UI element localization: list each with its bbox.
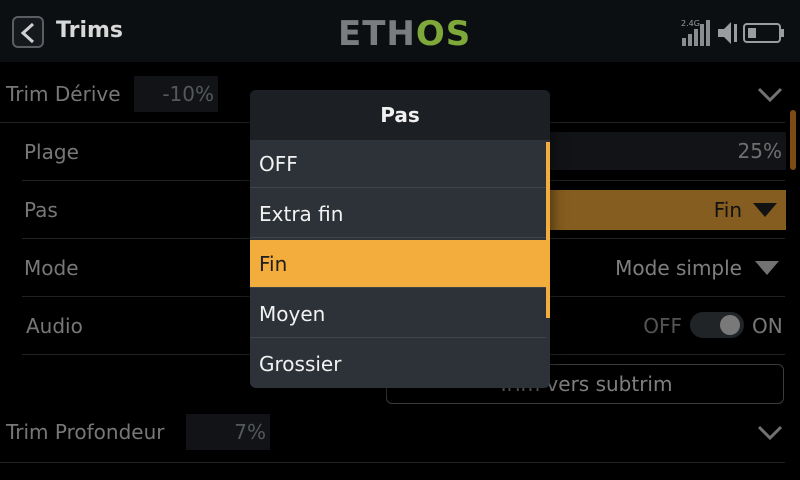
pas-dropdown[interactable]: Fin [550, 190, 786, 230]
ethos-logo: ETHOS [338, 14, 472, 54]
scrollbar[interactable] [790, 110, 796, 170]
option-grossier[interactable]: Grossier [250, 340, 546, 388]
pas-value: Fin [713, 198, 742, 222]
trim-profondeur-value[interactable]: 7% [186, 414, 270, 450]
trim-derive-value[interactable]: -10% [134, 76, 218, 112]
pas-popup: Pas OFF Extra fin Fin Moyen Grossier [250, 90, 550, 388]
dropdown-arrow-icon [753, 203, 777, 217]
chevron-left-icon [20, 22, 35, 44]
dropdown-arrow-icon[interactable] [754, 260, 780, 276]
mode-label: Mode [24, 256, 79, 280]
popup-scrollbar[interactable] [546, 142, 550, 318]
trim-profondeur-label[interactable]: Trim Profondeur [6, 420, 164, 444]
option-off[interactable]: OFF [250, 140, 546, 188]
chevron-down-icon[interactable] [756, 424, 784, 442]
audio-on-label: ON [752, 314, 783, 338]
plage-value[interactable]: 25% [550, 132, 786, 170]
option-extra-fin[interactable]: Extra fin [250, 190, 546, 238]
speaker-icon [718, 22, 737, 44]
trim-derive-label[interactable]: Trim Dérive [6, 82, 121, 106]
audio-toggle[interactable] [690, 312, 744, 338]
header-bar: Trims ETHOS 2.4G [0, 0, 800, 62]
pas-label: Pas [24, 198, 58, 222]
popup-title: Pas [250, 90, 550, 140]
page-title: Trims [56, 18, 123, 43]
status-icons: 2.4G [680, 18, 790, 52]
audio-label: Audio [26, 314, 83, 338]
signal-label: 2.4G [681, 19, 700, 28]
option-fin[interactable]: Fin [250, 240, 546, 288]
divider [0, 462, 785, 463]
chevron-down-icon[interactable] [756, 86, 784, 104]
mode-value[interactable]: Mode simple [560, 256, 742, 280]
battery-icon [743, 23, 784, 43]
plage-label: Plage [24, 140, 79, 164]
option-moyen[interactable]: Moyen [250, 290, 546, 338]
audio-off-label: OFF [643, 314, 682, 338]
back-button[interactable] [12, 16, 44, 48]
